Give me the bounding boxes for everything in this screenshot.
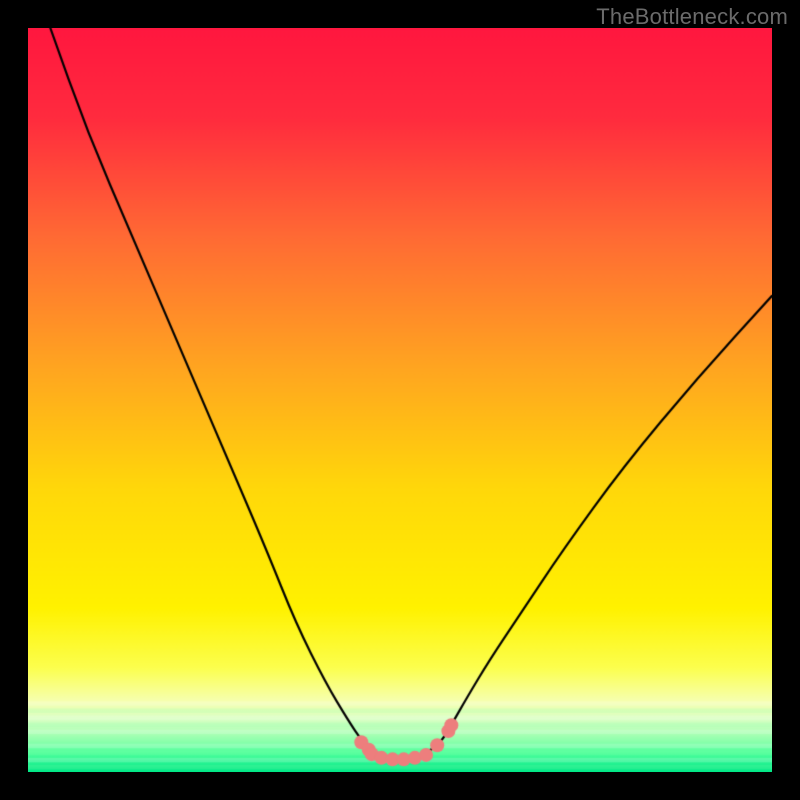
watermark-text: TheBottleneck.com <box>596 4 788 30</box>
bottleneck-curve <box>28 28 772 772</box>
chart-frame: TheBottleneck.com <box>0 0 800 800</box>
plot-area <box>28 28 772 772</box>
